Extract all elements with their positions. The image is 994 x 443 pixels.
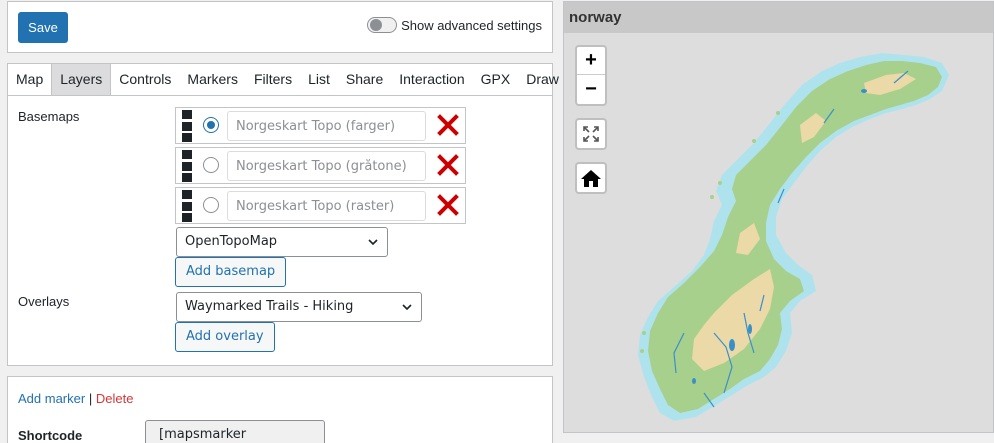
tab-gpx[interactable]: GPX — [473, 64, 519, 95]
tab-layers[interactable]: Layers — [51, 64, 112, 95]
overlay-select[interactable]: Waymarked Trails - Hiking — [176, 292, 422, 322]
basemap-name-input[interactable] — [227, 191, 426, 221]
basemap-row — [175, 187, 466, 224]
delete-x-icon[interactable] — [437, 194, 459, 216]
toggle-knob — [370, 19, 383, 31]
zoom-out-button[interactable]: − — [577, 75, 605, 103]
map-preview: norway + − — [563, 1, 994, 433]
tab-share[interactable]: Share — [338, 64, 391, 95]
settings-panel: Map Layers Controls Markers Filters List… — [7, 63, 559, 366]
shortcode-field[interactable]: [mapsmarker map="15"] — [145, 420, 325, 443]
fullscreen-button[interactable] — [575, 118, 607, 150]
advanced-settings-label[interactable]: Show advanced settings — [401, 18, 542, 33]
basemaps-label: Basemaps — [18, 109, 80, 124]
delete-link[interactable]: Delete — [96, 391, 134, 406]
land — [648, 61, 942, 413]
zoom-control: + − — [575, 45, 607, 106]
basemap-radio[interactable] — [203, 197, 219, 213]
fullscreen-icon — [583, 126, 599, 142]
add-basemap-button[interactable]: Add basemap — [175, 257, 287, 287]
add-overlay-button[interactable]: Add overlay — [175, 322, 275, 352]
basemap-select[interactable]: OpenTopoMap — [176, 227, 388, 257]
link-separator: | — [88, 391, 93, 406]
map-title: norway — [564, 2, 993, 33]
markers-panel: Add marker | Delete Shortcode [mapsmarke… — [7, 376, 553, 443]
tab-bar: Map Layers Controls Markers Filters List… — [8, 64, 559, 96]
basemap-radio[interactable] — [203, 157, 219, 173]
zoom-in-button[interactable]: + — [577, 47, 605, 75]
tab-controls[interactable]: Controls — [111, 64, 179, 95]
shortcode-label: Shortcode — [18, 428, 83, 443]
delete-x-icon[interactable] — [437, 154, 459, 176]
tab-map[interactable]: Map — [8, 64, 51, 95]
tab-markers[interactable]: Markers — [179, 64, 246, 95]
tab-interaction[interactable]: Interaction — [391, 64, 472, 95]
advanced-settings-toggle[interactable]: Show advanced settings — [367, 17, 542, 33]
tab-list[interactable]: List — [300, 64, 338, 95]
toggle-switch[interactable] — [367, 17, 398, 33]
drag-handle-icon[interactable] — [182, 150, 192, 182]
overlay-select-value: Waymarked Trails - Hiking — [185, 299, 354, 314]
basemap-name-input[interactable] — [227, 111, 426, 141]
basemap-row — [175, 147, 466, 184]
basemap-row — [175, 107, 466, 144]
map-canvas[interactable]: + − — [564, 33, 993, 432]
chevron-down-icon — [368, 239, 378, 246]
norway-map[interactable] — [564, 33, 993, 432]
basemap-radio[interactable] — [203, 117, 219, 133]
reset-view-button[interactable] — [575, 162, 607, 194]
drag-handle-icon[interactable] — [182, 190, 192, 222]
delete-x-icon[interactable] — [437, 114, 459, 136]
basemap-name-input[interactable] — [227, 151, 426, 181]
tab-draw[interactable]: Draw — [518, 64, 567, 95]
home-icon — [581, 170, 601, 187]
basemap-select-value: OpenTopoMap — [185, 234, 278, 249]
tab-filters[interactable]: Filters — [246, 64, 300, 95]
chevron-down-icon — [402, 304, 412, 311]
add-marker-link[interactable]: Add marker — [18, 391, 85, 406]
drag-handle-icon[interactable] — [182, 110, 192, 142]
save-panel: Save Show advanced settings — [7, 1, 553, 53]
marker-actions: Add marker | Delete — [18, 391, 133, 406]
save-button[interactable]: Save — [18, 12, 68, 43]
overlays-label: Overlays — [18, 294, 70, 309]
